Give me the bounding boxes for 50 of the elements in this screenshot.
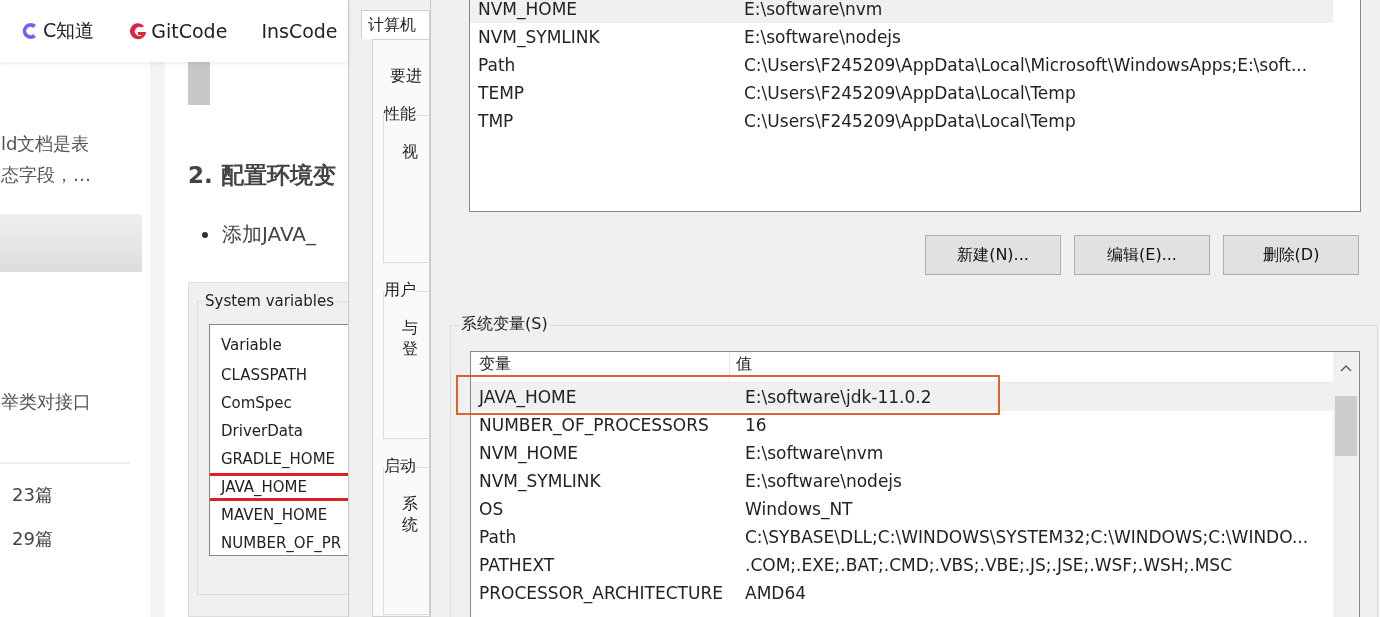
dialog-button[interactable]: 删除(D) bbox=[1223, 235, 1359, 275]
list-row[interactable]: NUMBER_OF_PR bbox=[210, 529, 348, 555]
list-row[interactable]: ComSpec bbox=[210, 389, 348, 417]
g-logo-icon bbox=[128, 21, 149, 41]
variable-row[interactable]: PROCESSOR_ARCHITECTURE AMD64 bbox=[471, 579, 1333, 607]
variable-row[interactable]: NVM_SYMLINK E:\software\nodejs bbox=[470, 23, 1333, 51]
group-label: System variables bbox=[202, 292, 338, 310]
list-row[interactable]: MAVEN_HOME bbox=[210, 501, 348, 529]
variable-row[interactable]: JAVA_HOME E:\software\jdk-11.0.2 bbox=[471, 383, 1333, 411]
group-label: 系统变量(S) bbox=[459, 314, 550, 335]
group-text: 系统 bbox=[402, 494, 418, 534]
nav-link[interactable]: C知道 bbox=[20, 18, 95, 44]
list-row[interactable]: DriverData bbox=[210, 417, 348, 445]
bullet-icon bbox=[202, 231, 208, 238]
variable-row[interactable]: Path C:\Users\F245209\AppData\Local\Microsoft\WindowsApps;E:\soft... bbox=[470, 51, 1333, 79]
nav-link[interactable]: InsCode bbox=[261, 20, 338, 42]
variable-row[interactable]: NVM_HOME E:\software\nvm bbox=[470, 0, 1333, 23]
variable-row[interactable]: TEMP C:\Users\F245209\AppData\Local\Temp bbox=[470, 79, 1333, 107]
group-label: 启动 bbox=[384, 456, 416, 477]
group-text: 与登 bbox=[402, 318, 418, 358]
dialog-button[interactable]: 新建(N)... bbox=[925, 235, 1061, 275]
nav-link[interactable]: GitCode bbox=[128, 20, 228, 42]
column-header[interactable]: 变量 bbox=[471, 352, 730, 382]
column-header: Variable bbox=[220, 335, 283, 356]
variable-row[interactable]: PATHEXT .COM;.EXE;.BAT;.CMD;.VBS;.VBE;.JS;.JSE;.WSF;.WSH;.MSC bbox=[471, 551, 1333, 579]
dialog-button[interactable]: 编辑(E)... bbox=[1074, 235, 1210, 275]
scroll-up-icon[interactable] bbox=[1340, 364, 1352, 372]
variable-row[interactable]: NUMBER_OF_PROCESSORS 16 bbox=[471, 411, 1333, 439]
article-snippet: 态字段，… bbox=[1, 163, 92, 187]
column-header[interactable]: 值 bbox=[730, 352, 752, 376]
group-text: 视 bbox=[402, 142, 418, 161]
variable-row[interactable]: TMP C:\Users\F245209\AppData\Local\Temp bbox=[470, 107, 1333, 135]
scrollbar-thumb[interactable] bbox=[1335, 396, 1357, 456]
article-count: 29篇 bbox=[12, 527, 54, 551]
variable-row[interactable]: NVM_SYMLINK E:\software\nodejs bbox=[471, 467, 1333, 495]
tab[interactable]: 计算机 bbox=[361, 10, 430, 39]
bullet-text: 添加JAVA_ bbox=[222, 221, 317, 248]
variable-row[interactable]: Path C:\SYBASE\DLL;C:\WINDOWS\SYSTEM32;C:\WINDOWS;C:\WINDO... bbox=[471, 523, 1333, 551]
variable-row[interactable]: NVM_HOME E:\software\nvm bbox=[471, 439, 1333, 467]
variable-row[interactable]: OS Windows_NT bbox=[471, 495, 1333, 523]
article-snippet: ld文档是表 bbox=[1, 132, 91, 156]
code-block bbox=[188, 62, 210, 105]
description-text: 要进 bbox=[390, 66, 423, 87]
article-count: 23篇 bbox=[12, 483, 54, 507]
section-heading: 2. 配置环境变 bbox=[188, 161, 337, 190]
article-title: 举类对接口 bbox=[1, 390, 92, 414]
list-row[interactable]: CLASSPATH bbox=[210, 361, 348, 389]
scrollbar[interactable] bbox=[1333, 352, 1359, 617]
group-label: 性能 bbox=[384, 104, 416, 125]
list-row[interactable]: GRADLE_HOME bbox=[210, 445, 348, 473]
